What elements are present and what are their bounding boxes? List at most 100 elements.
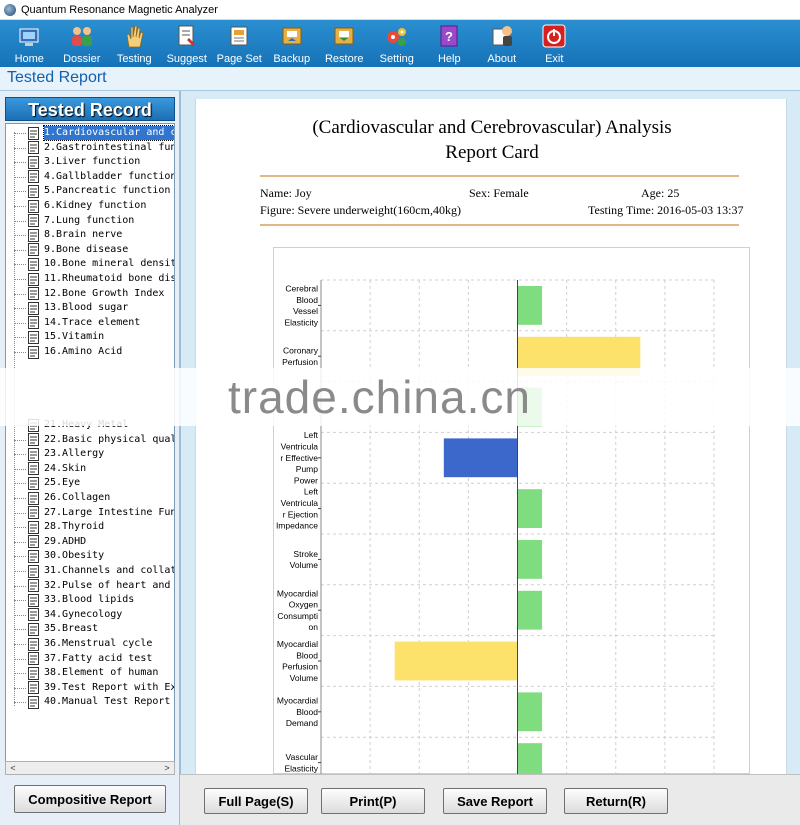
about-icon — [488, 22, 516, 50]
record-item[interactable]: 24.Skin — [6, 462, 174, 476]
record-item[interactable]: 9.Bone disease — [6, 243, 174, 257]
toolbar-page-set-button[interactable]: Page Set — [213, 20, 266, 67]
record-item[interactable]: 26.Collagen — [6, 491, 174, 505]
record-item-label: 36.Menstrual cycle — [44, 638, 153, 649]
toolbar-backup-button[interactable]: Backup — [266, 20, 319, 67]
record-item[interactable]: 40.Manual Test Report — [6, 695, 174, 709]
record-item[interactable]: 10.Bone mineral density — [6, 257, 174, 271]
category-label: Coronary — [283, 346, 319, 356]
record-item[interactable]: 32.Pulse of heart and b — [6, 579, 174, 593]
toolbar-restore-button[interactable]: Restore — [318, 20, 371, 67]
record-item[interactable]: 12.Bone Growth Index — [6, 287, 174, 301]
toolbar-dossier-button[interactable]: Dossier — [56, 20, 109, 67]
document-icon — [28, 462, 39, 476]
record-item-label: 5.Pancreatic function — [44, 185, 171, 197]
record-item[interactable]: 34.Gynecology — [6, 608, 174, 622]
toolbar-label: Exit — [545, 53, 564, 65]
record-item[interactable]: 16.Amino Acid — [6, 345, 174, 359]
record-item[interactable]: 7.Lung function — [6, 214, 174, 228]
document-icon — [28, 520, 39, 534]
toolbar-home-button[interactable]: Home — [3, 20, 56, 67]
record-item[interactable]: 39.Test Report with Exp — [6, 681, 174, 695]
print-button[interactable]: Print(P) — [321, 788, 425, 814]
toolbar-label: Setting — [379, 53, 414, 65]
toolbar-help-button[interactable]: ? Help — [423, 20, 476, 67]
document-icon — [28, 301, 39, 315]
record-item[interactable]: 2.Gastrointestinal func — [6, 141, 174, 155]
record-item[interactable]: 25.Eye — [6, 476, 174, 490]
divider — [260, 224, 739, 226]
tree-connector — [14, 322, 26, 324]
page-header: Tested Report — [0, 67, 800, 91]
record-item[interactable]: 36.Menstrual cycle — [6, 637, 174, 651]
document-icon — [28, 579, 39, 593]
compositive-report-button[interactable]: Compositive Report — [14, 785, 166, 813]
record-item[interactable]: 29.ADHD — [6, 535, 174, 549]
record-item[interactable]: 30.Obesity — [6, 549, 174, 563]
toolbar-label: Page Set — [216, 53, 262, 65]
record-item-label: 27.Large Intestine Func — [44, 506, 175, 518]
toolbar-label: Dossier — [63, 53, 101, 65]
record-item-label: 23.Allergy — [44, 448, 105, 460]
record-item[interactable]: 35.Breast — [6, 622, 174, 636]
record-item-label: 38.Element of human — [44, 667, 159, 679]
toolbar-suggest-button[interactable]: Suggest — [161, 20, 214, 67]
record-item[interactable]: 27.Large Intestine Func — [6, 506, 175, 520]
category-label: Cerebral — [285, 283, 318, 293]
scroll-left-icon[interactable]: < — [6, 762, 20, 774]
tree-connector — [14, 264, 26, 266]
toolbar-about-button[interactable]: About — [476, 20, 529, 67]
tree-connector — [14, 585, 26, 587]
page-setup-icon — [225, 22, 253, 50]
record-item[interactable]: 5.Pancreatic function — [6, 184, 174, 198]
record-item[interactable]: 37.Fatty acid test — [6, 652, 174, 666]
toolbar-label: Suggest — [166, 53, 207, 65]
record-item[interactable]: 4.Gallbladder function — [6, 170, 175, 184]
record-item[interactable]: 28.Thyroid — [6, 520, 174, 534]
record-item[interactable]: 14.Trace element — [6, 316, 174, 330]
toolbar-exit-button[interactable]: Exit — [528, 20, 581, 67]
patient-name: Name: Joy — [260, 186, 312, 200]
tree-connector — [14, 220, 26, 222]
scroll-right-icon[interactable]: > — [160, 762, 174, 774]
category-label: Power — [294, 475, 318, 485]
toolbar-label: Restore — [324, 53, 364, 65]
record-item[interactable]: 15.Vitamin — [6, 330, 174, 344]
record-item-label: 4.Gallbladder function — [44, 170, 175, 182]
category-label: Elasticity — [284, 763, 318, 773]
document-icon — [28, 316, 39, 330]
record-item[interactable]: 11.Rheumatoid bone dise — [6, 272, 174, 286]
category-label: Perfusion — [282, 357, 318, 367]
record-item-label: 37.Fatty acid test — [44, 652, 153, 664]
tree-connector — [14, 191, 26, 193]
patient-sex: Sex: Female — [469, 186, 529, 200]
record-item[interactable]: 3.Liver function — [6, 155, 174, 169]
tree-connector — [14, 644, 26, 645]
tree-horizontal-scrollbar[interactable]: < > — [5, 761, 175, 775]
record-item[interactable]: 13.Blood sugar — [6, 301, 174, 315]
return-button[interactable]: Return(R) — [564, 788, 668, 814]
record-item[interactable]: 6.Kidney function — [6, 199, 174, 213]
tree-connector — [14, 352, 26, 353]
record-item-label: 6.Kidney function — [44, 200, 147, 211]
record-item-label: 35.Breast — [44, 623, 99, 635]
record-item[interactable]: 22.Basic physical quali — [6, 433, 174, 447]
full-page-button[interactable]: Full Page(S) — [204, 788, 308, 814]
record-item[interactable]: 31.Channels and collate — [6, 564, 174, 578]
record-item[interactable]: 38.Element of human — [6, 666, 174, 680]
record-item[interactable]: 1.Cardiovascular and ce — [6, 125, 174, 141]
record-tree[interactable]: 1.Cardiovascular and ce 2.Gastrointestina… — [5, 123, 175, 775]
toolbar-setting-button[interactable]: Setting — [371, 20, 424, 67]
save-report-button[interactable]: Save Report — [443, 788, 547, 814]
record-item[interactable]: 8.Brain nerve — [6, 228, 174, 242]
category-label: Stroke — [293, 549, 318, 559]
analysis-chart: Cerebral Blood Vessel Elasticity Coronary Per… — [273, 247, 750, 789]
toolbar-testing-button[interactable]: Testing — [108, 20, 161, 67]
document-icon — [28, 622, 39, 636]
document-icon — [28, 199, 39, 213]
record-item[interactable]: 33.Blood lipids — [6, 593, 174, 607]
record-item[interactable]: 23.Allergy — [6, 447, 174, 461]
category-label: Myocardial — [277, 696, 318, 706]
tree-connector — [14, 249, 26, 251]
tree-connector — [14, 498, 26, 499]
